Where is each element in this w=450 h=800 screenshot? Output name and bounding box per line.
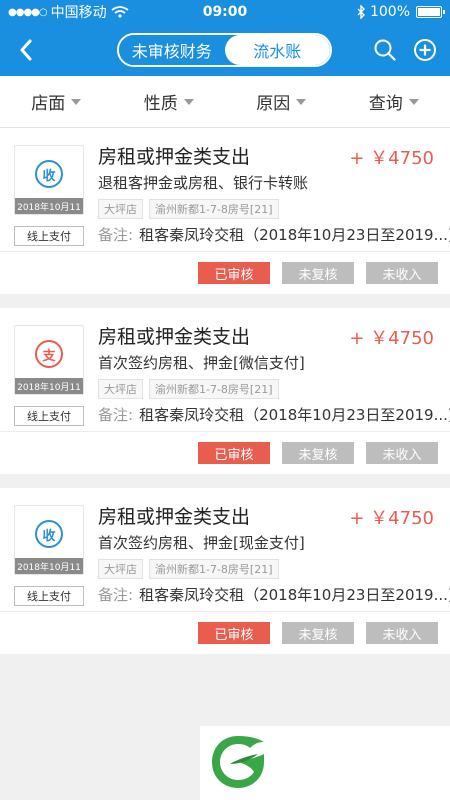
record-tags: 大坪店 渝州新都1-7-8房号[21] — [98, 379, 279, 399]
carrier-label: 中国移动 — [50, 5, 107, 21]
record-card[interactable]: 收 2018年10月11 线上支付 房租或押金类支出 + ￥4750 首次签约房… — [0, 488, 450, 654]
record-description: 首次签约房租、押金[现金支付] — [98, 534, 305, 552]
caret-down-icon — [183, 98, 194, 105]
nav-bar: 未审核财务 流水账 — [0, 24, 450, 76]
filter-bar: 店面 性质 原因 查询 — [0, 76, 450, 128]
caret-down-icon — [71, 98, 82, 105]
filter-query[interactable]: 查询 — [338, 89, 450, 114]
address-tag: 渝州新都1-7-8房号[21] — [149, 559, 279, 579]
not-rechecked-button[interactable]: 未复核 — [282, 622, 354, 644]
filter-reason-label: 原因 — [256, 94, 291, 114]
caret-down-icon — [408, 98, 419, 105]
record-card[interactable]: 支 2018年10月11 线上支付 房租或押金类支出 + ￥4750 首次签约房… — [0, 308, 450, 474]
payment-method-tag: 线上支付 — [14, 406, 84, 426]
record-tags: 大坪店 渝州新都1-7-8房号[21] — [98, 559, 279, 579]
store-tag: 大坪店 — [98, 379, 143, 399]
not-received-button[interactable]: 未收入 — [366, 442, 438, 464]
income-type-icon: 收 — [35, 160, 63, 188]
record-title: 房租或押金类支出 — [98, 506, 251, 528]
filter-query-label: 查询 — [368, 94, 403, 114]
record-tags: 大坪店 渝州新都1-7-8房号[21] — [98, 199, 279, 219]
record-actions: 已审核 未复核 未收入 — [0, 252, 450, 294]
filter-nature[interactable]: 性质 — [113, 89, 226, 114]
store-tag: 大坪店 — [98, 559, 143, 579]
payment-method-tag: 线上支付 — [14, 586, 84, 606]
filter-nature-label: 性质 — [143, 94, 178, 114]
status-bar: ●●●●○ 中国移动 09:00 100% — [0, 0, 450, 24]
record-body: 支 2018年10月11 线上支付 房租或押金类支出 + ￥4750 首次签约房… — [0, 308, 450, 432]
record-card[interactable]: 收 2018年10月11 线上支付 房租或押金类支出 + ￥4750 退租客押金… — [0, 128, 450, 294]
record-description: 退租客押金或房租、银行卡转账 — [98, 174, 309, 192]
address-tag: 渝州新都1-7-8房号[21] — [149, 379, 279, 399]
wifi-icon — [111, 6, 129, 18]
store-tag: 大坪店 — [98, 199, 143, 219]
record-body: 收 2018年10月11 线上支付 房租或押金类支出 + ￥4750 首次签约房… — [0, 488, 450, 612]
note-label: 备注: — [98, 586, 134, 604]
expense-type-icon: 支 — [35, 340, 63, 368]
signal-icon: ●●●●○ — [8, 6, 48, 18]
tab-unaudited-finance[interactable]: 未审核财务 — [119, 35, 225, 65]
record-note: 备注: 租客秦凤玲交租（2018年10月23日至2019...) — [98, 584, 450, 605]
status-left: ●●●●○ 中国移动 — [8, 2, 129, 22]
plus-circle-icon — [414, 39, 436, 61]
record-date: 2018年10月11 — [15, 558, 83, 574]
record-title: 房租或押金类支出 — [98, 146, 251, 168]
chevron-left-icon — [20, 39, 32, 61]
income-type-icon: 收 — [35, 520, 63, 548]
record-date: 2018年10月11 — [15, 198, 83, 214]
add-button[interactable] — [412, 37, 438, 63]
record-amount: + ￥4750 — [349, 508, 434, 529]
record-note: 备注: 租客秦凤玲交租（2018年10月23日至2019...) — [98, 224, 450, 245]
not-received-button[interactable]: 未收入 — [366, 262, 438, 284]
search-icon — [374, 39, 396, 61]
record-date: 2018年10月11 — [15, 378, 83, 394]
search-button[interactable] — [372, 37, 398, 63]
note-text: 租客秦凤玲交租（2018年10月23日至2019...) — [139, 226, 450, 244]
payment-method-tag: 线上支付 — [14, 226, 84, 246]
not-received-button[interactable]: 未收入 — [366, 622, 438, 644]
address-tag: 渝州新都1-7-8房号[21] — [149, 199, 279, 219]
note-label: 备注: — [98, 226, 134, 244]
audited-button[interactable]: 已审核 — [198, 262, 270, 284]
record-amount: + ￥4750 — [349, 148, 434, 169]
record-note: 备注: 租客秦凤玲交租（2018年10月23日至2019...) — [98, 404, 450, 425]
record-body: 收 2018年10月11 线上支付 房租或押金类支出 + ￥4750 退租客押金… — [0, 128, 450, 252]
record-title: 房租或押金类支出 — [98, 326, 251, 348]
bluetooth-icon — [357, 5, 365, 19]
audited-button[interactable]: 已审核 — [198, 622, 270, 644]
filter-store-label: 店面 — [31, 94, 66, 114]
record-actions: 已审核 未复核 未收入 — [0, 432, 450, 474]
note-label: 备注: — [98, 406, 134, 424]
record-description: 首次签约房租、押金[微信支付] — [98, 354, 305, 372]
status-right: 100% — [356, 4, 445, 20]
note-text: 租客秦凤玲交租（2018年10月23日至2019...) — [139, 586, 450, 604]
record-actions: 已审核 未复核 未收入 — [0, 612, 450, 654]
record-thumbnail: 支 2018年10月11 — [14, 325, 84, 395]
caret-down-icon — [296, 98, 307, 105]
audited-button[interactable]: 已审核 — [198, 442, 270, 464]
record-thumbnail: 收 2018年10月11 — [14, 145, 84, 215]
not-rechecked-button[interactable]: 未复核 — [282, 442, 354, 464]
back-button[interactable] — [12, 36, 40, 64]
segmented-control: 未审核财务 流水账 — [117, 33, 332, 67]
battery-label: 100% — [369, 4, 410, 20]
filter-store[interactable]: 店面 — [0, 89, 113, 114]
app-logo — [200, 726, 450, 800]
record-thumbnail: 收 2018年10月11 — [14, 505, 84, 575]
note-text: 租客秦凤玲交租（2018年10月23日至2019...) — [139, 406, 450, 424]
record-amount: + ￥4750 — [349, 328, 434, 349]
filter-reason[interactable]: 原因 — [225, 89, 338, 114]
not-rechecked-button[interactable]: 未复核 — [282, 262, 354, 284]
nav-actions — [372, 37, 438, 63]
tab-cash-journal[interactable]: 流水账 — [224, 35, 330, 65]
battery-icon — [416, 6, 445, 18]
leaf-logo-icon — [212, 736, 264, 788]
